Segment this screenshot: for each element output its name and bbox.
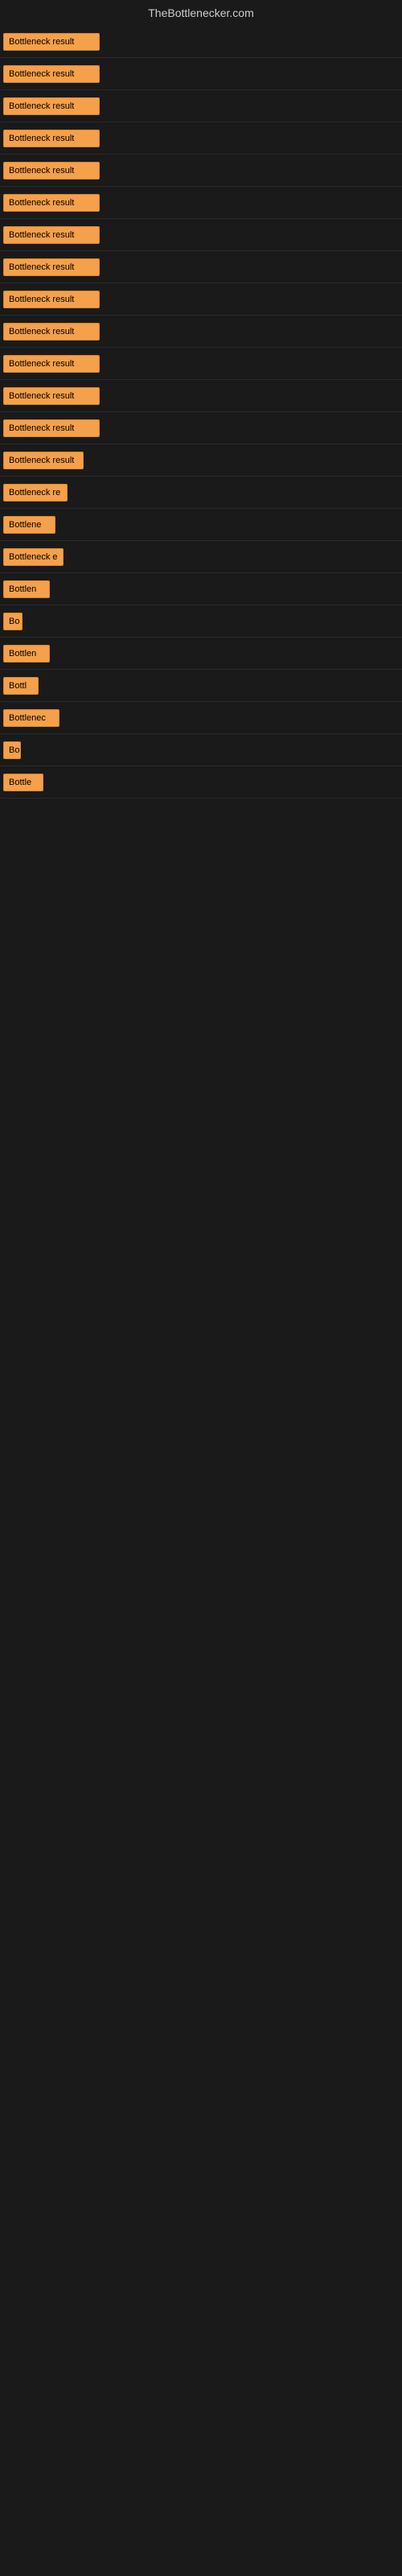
bottleneck-row: Bottleneck result: [0, 380, 402, 412]
bottleneck-result-label[interactable]: Bottleneck e: [3, 548, 64, 566]
bottleneck-item[interactable]: Bo: [3, 613, 23, 630]
bottleneck-item[interactable]: Bottleneck result: [3, 387, 100, 405]
bottleneck-item[interactable]: Bottleneck result: [3, 291, 100, 308]
bottleneck-result-label[interactable]: Bottlene: [3, 516, 55, 534]
bottleneck-row: Bottlen: [0, 638, 402, 670]
bottleneck-result-label[interactable]: Bottle: [3, 774, 43, 791]
bottleneck-row: Bottleneck result: [0, 316, 402, 348]
bottleneck-item[interactable]: Bottle: [3, 774, 43, 791]
bottleneck-row: Bottleneck re: [0, 477, 402, 509]
bottleneck-result-label[interactable]: Bottleneck result: [3, 194, 100, 212]
bottleneck-result-label[interactable]: Bottleneck result: [3, 130, 100, 147]
bottleneck-item[interactable]: Bottleneck result: [3, 355, 100, 373]
bottleneck-item[interactable]: Bottleneck result: [3, 323, 100, 341]
bottleneck-result-label[interactable]: Bottleneck result: [3, 65, 100, 83]
bottleneck-item[interactable]: Bottlenec: [3, 709, 59, 727]
bottleneck-row: Bottle: [0, 766, 402, 799]
bottleneck-result-label[interactable]: Bottlen: [3, 580, 50, 598]
bottleneck-item[interactable]: Bottleneck e: [3, 548, 64, 566]
bottleneck-item[interactable]: Bottleneck result: [3, 33, 100, 51]
bottleneck-result-label[interactable]: Bottlen: [3, 645, 50, 663]
bottleneck-item[interactable]: Bottleneck result: [3, 226, 100, 244]
bottleneck-result-label[interactable]: Bottleneck result: [3, 258, 100, 276]
bottleneck-item[interactable]: Bo: [3, 741, 21, 759]
bottleneck-item[interactable]: Bottleneck result: [3, 97, 100, 115]
bottleneck-result-label[interactable]: Bottleneck result: [3, 97, 100, 115]
bottleneck-row: Bottlenec: [0, 702, 402, 734]
bottleneck-row: Bottleneck e: [0, 541, 402, 573]
bottleneck-result-label[interactable]: Bottleneck result: [3, 33, 100, 51]
bottleneck-result-label[interactable]: Bottleneck result: [3, 291, 100, 308]
bottleneck-result-label[interactable]: Bottleneck result: [3, 355, 100, 373]
bottleneck-result-label[interactable]: Bo: [3, 741, 21, 759]
bottleneck-result-label[interactable]: Bottleneck result: [3, 387, 100, 405]
bottleneck-row: Bottleneck result: [0, 283, 402, 316]
bottleneck-result-label[interactable]: Bottleneck result: [3, 419, 100, 437]
bottleneck-item[interactable]: Bottleneck result: [3, 162, 100, 180]
bottleneck-item[interactable]: Bottlen: [3, 645, 50, 663]
bottleneck-item[interactable]: Bottleneck result: [3, 130, 100, 147]
bottleneck-result-label[interactable]: Bottleneck result: [3, 323, 100, 341]
rows-container: Bottleneck result Bottleneck result Bottle…: [0, 26, 402, 799]
bottleneck-item[interactable]: Bottleneck result: [3, 65, 100, 83]
bottleneck-result-label[interactable]: Bottl: [3, 677, 39, 695]
bottleneck-row: Bo: [0, 734, 402, 766]
bottleneck-item[interactable]: Bottl: [3, 677, 39, 695]
bottleneck-row: Bottleneck result: [0, 348, 402, 380]
site-title: TheBottlenecker.com: [148, 6, 254, 19]
bottleneck-row: Bottlene: [0, 509, 402, 541]
bottleneck-item[interactable]: Bottleneck result: [3, 194, 100, 212]
bottleneck-row: Bottlen: [0, 573, 402, 605]
bottleneck-row: Bottleneck result: [0, 58, 402, 90]
bottleneck-item[interactable]: Bottlen: [3, 580, 50, 598]
bottleneck-row: Bottleneck result: [0, 26, 402, 58]
bottleneck-row: Bottleneck result: [0, 412, 402, 444]
bottleneck-item[interactable]: Bottlene: [3, 516, 55, 534]
bottleneck-row: Bottleneck result: [0, 219, 402, 251]
bottleneck-item[interactable]: Bottleneck result: [3, 419, 100, 437]
bottleneck-row: Bottleneck result: [0, 122, 402, 155]
bottleneck-item[interactable]: Bottleneck re: [3, 484, 68, 502]
bottleneck-row: Bottleneck result: [0, 444, 402, 477]
site-title-bar: TheBottlenecker.com: [0, 0, 402, 26]
bottleneck-row: Bottleneck result: [0, 90, 402, 122]
bottleneck-result-label[interactable]: Bottlenec: [3, 709, 59, 727]
bottleneck-result-label[interactable]: Bottleneck re: [3, 484, 68, 502]
bottleneck-item[interactable]: Bottleneck result: [3, 452, 84, 469]
bottleneck-row: Bottleneck result: [0, 155, 402, 187]
bottleneck-result-label[interactable]: Bo: [3, 613, 23, 630]
bottleneck-item[interactable]: Bottleneck result: [3, 258, 100, 276]
bottleneck-result-label[interactable]: Bottleneck result: [3, 162, 100, 180]
bottleneck-row: Bottleneck result: [0, 251, 402, 283]
bottleneck-result-label[interactable]: Bottleneck result: [3, 452, 84, 469]
bottleneck-row: Bottl: [0, 670, 402, 702]
bottleneck-result-label[interactable]: Bottleneck result: [3, 226, 100, 244]
bottleneck-row: Bottleneck result: [0, 187, 402, 219]
bottleneck-row: Bo: [0, 605, 402, 638]
